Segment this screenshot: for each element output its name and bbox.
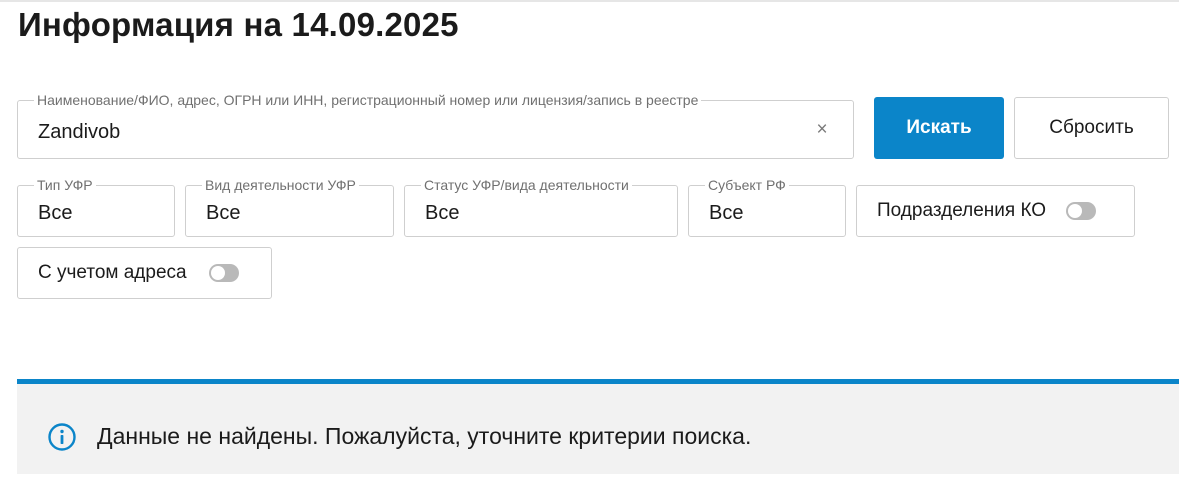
filter-status[interactable]: Статус УФР/вида деятельности Все [404,177,678,237]
search-button[interactable]: Искать [874,97,1004,159]
filter-ufr-type[interactable]: Тип УФР Все [17,177,175,237]
filter-activity-type-label: Вид деятельности УФР [202,177,359,194]
filter-status-label: Статус УФР/вида деятельности [421,177,632,194]
filter-region-label: Субъект РФ [705,177,789,194]
filter-ufr-type-label: Тип УФР [34,177,96,194]
with-address-label: С учетом адреса [38,262,187,283]
filter-region[interactable]: Субъект РФ Все [688,177,846,237]
filter-region-value: Все [709,202,744,224]
top-divider [0,0,1179,2]
filter-ufr-type-value: Все [38,202,73,224]
page-title: Информация на 14.09.2025 [18,6,459,43]
search-field[interactable]: Наименование/ФИО, адрес, ОГРН или ИНН, р… [17,92,854,159]
filter-activity-type[interactable]: Вид деятельности УФР Все [185,177,394,237]
reset-button[interactable]: Сбросить [1014,97,1169,159]
ko-divisions-label: Подразделения КО [877,200,1047,221]
notice-text: Данные не найдены. Пожалуйста, уточните … [97,423,752,449]
no-results-notice: Данные не найдены. Пожалуйста, уточните … [17,379,1179,474]
toggle-knob [1068,204,1083,218]
ko-divisions-toggle[interactable] [1066,202,1097,220]
toggle-knob [210,266,225,280]
with-address-toggle-box[interactable]: С учетом адреса [17,247,272,299]
search-field-label: Наименование/ФИО, адрес, ОГРН или ИНН, р… [34,92,702,109]
filter-status-value: Все [425,202,460,224]
ko-divisions-toggle-box[interactable]: Подразделения КО [856,185,1135,237]
search-input[interactable]: Zandivob [38,120,120,144]
filter-activity-type-value: Все [206,202,241,224]
clear-icon[interactable]: × [813,119,831,141]
info-icon [48,423,76,451]
with-address-toggle[interactable] [208,264,239,282]
